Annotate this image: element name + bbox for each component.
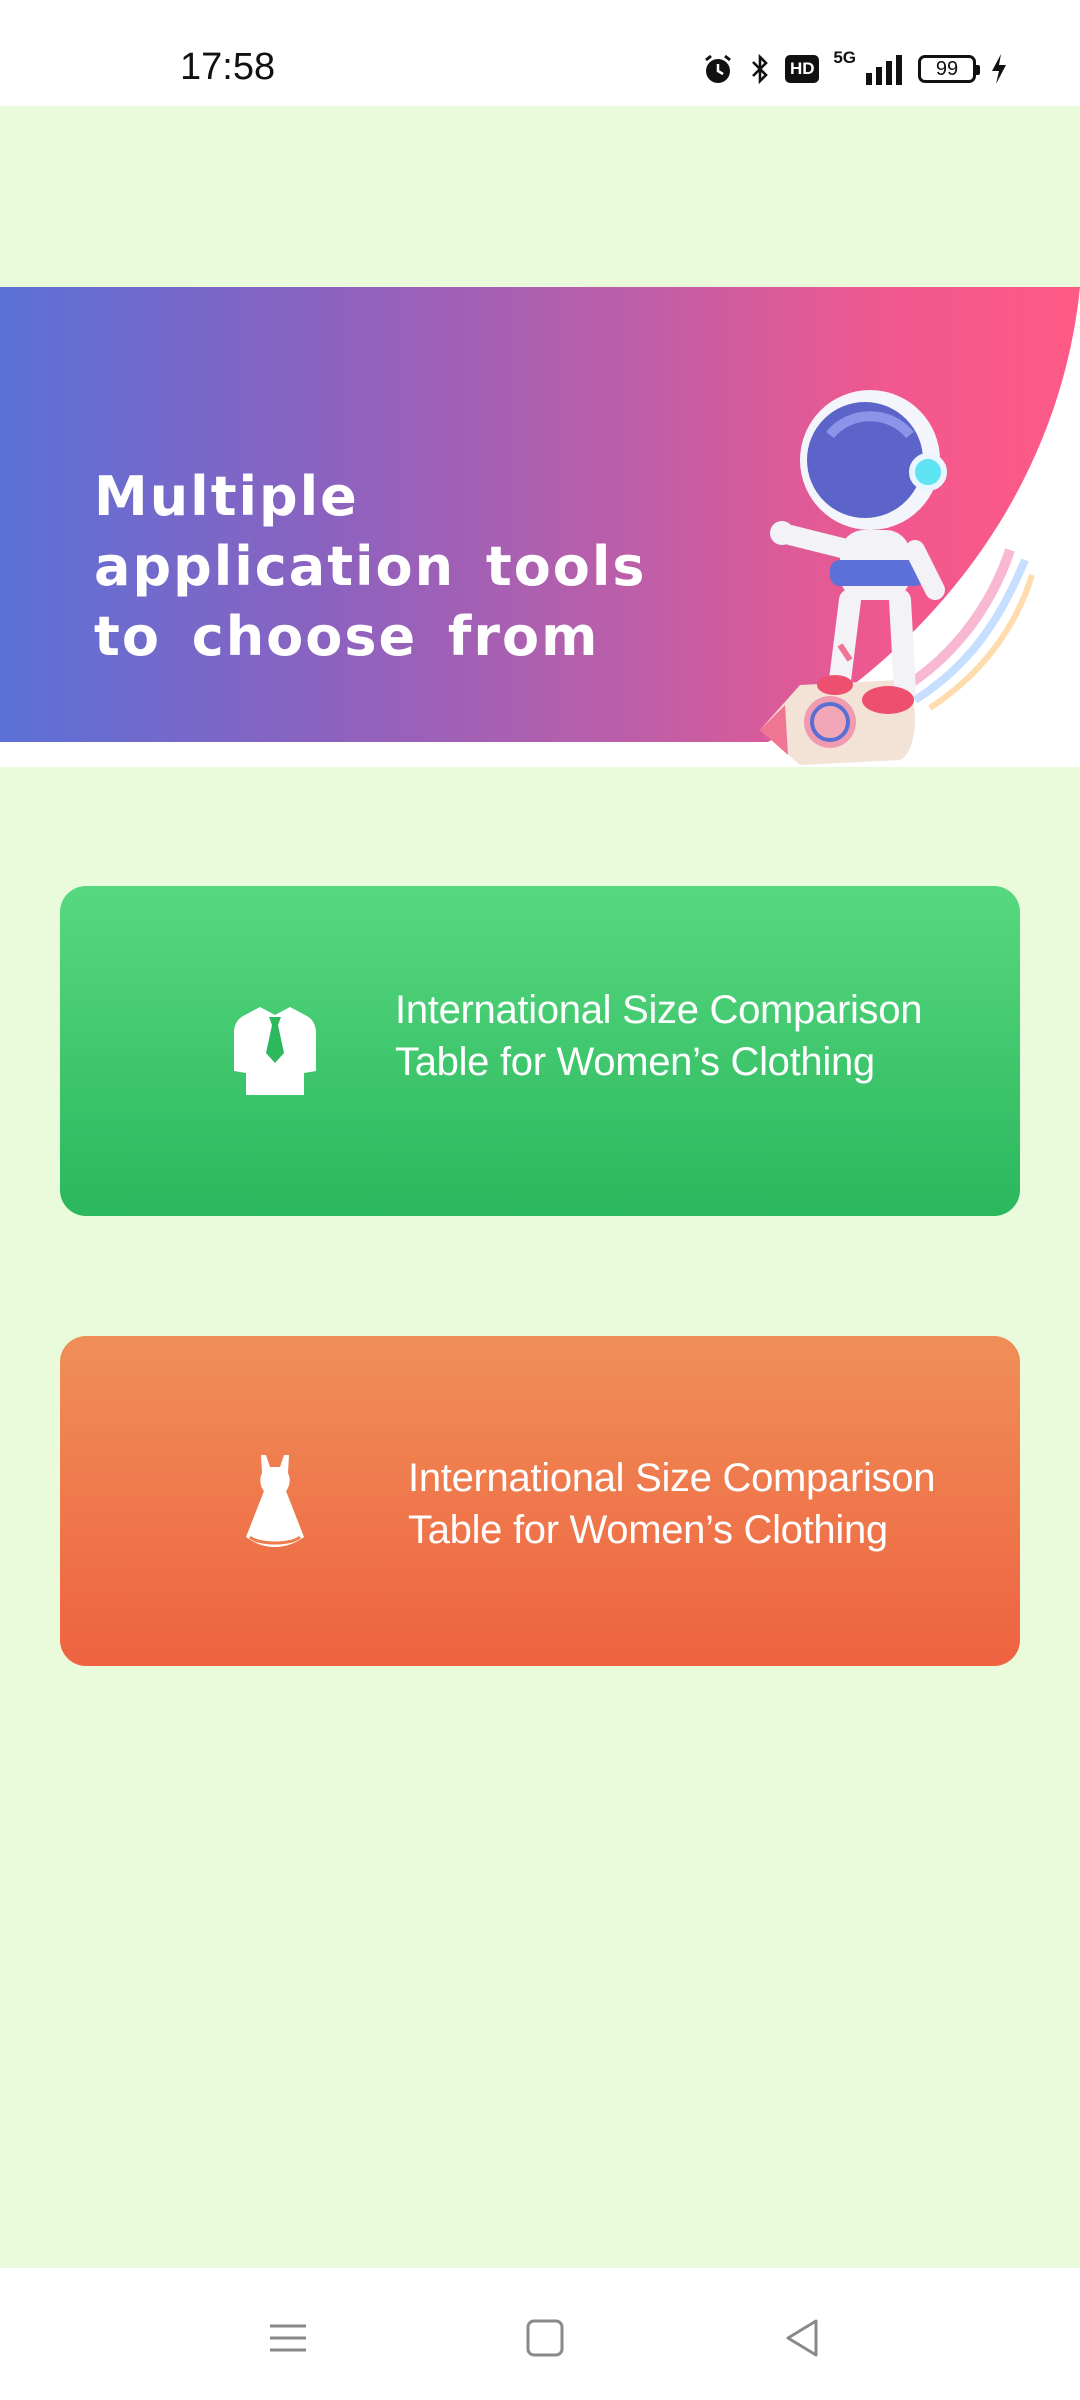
menu-icon[interactable]: [258, 2308, 318, 2368]
battery-level: 99: [935, 57, 959, 80]
mens-size-table-label[interactable]: International Size Comparison Table for …: [395, 984, 922, 1088]
signal-icon: [864, 53, 904, 85]
womens-size-table-button[interactable]: International Size Comparison Table for …: [60, 1336, 1020, 1666]
charging-icon: [990, 53, 1008, 85]
banner-title: Multiple application tools to choose fro…: [94, 462, 734, 672]
mens-label-line1: International Size Comparison: [395, 988, 923, 1032]
status-bar: 17:58 HD 5G 99: [0, 0, 1080, 106]
home-icon[interactable]: [515, 2308, 575, 2368]
womens-label-line1: International Size Comparison: [408, 1456, 936, 1500]
banner-title-line1: Multiple application tools: [94, 465, 647, 598]
navigation-bar: [0, 2268, 1080, 2400]
dress-icon: [246, 1455, 304, 1547]
mens-label-line2: Table for Women’s Clothing: [395, 1040, 875, 1084]
alarm-icon: [701, 52, 735, 86]
womens-label-line2: Table for Women’s Clothing: [408, 1508, 888, 1552]
back-icon[interactable]: [772, 2308, 832, 2368]
shirt-tie-icon: [234, 1007, 316, 1095]
battery-icon: 99: [918, 55, 980, 83]
status-time: 17:58: [180, 46, 276, 88]
status-icons: HD 5G 99: [701, 48, 1008, 90]
network-type: 5G: [833, 48, 856, 67]
womens-size-table-label[interactable]: International Size Comparison Table for …: [408, 1452, 935, 1556]
banner-title-line2: to choose from: [94, 605, 600, 668]
astronaut-icon: [760, 390, 1035, 765]
hd-icon: HD: [785, 55, 820, 83]
bluetooth-icon: [749, 52, 771, 86]
mens-size-table-button[interactable]: International Size Comparison Table for …: [60, 886, 1020, 1216]
